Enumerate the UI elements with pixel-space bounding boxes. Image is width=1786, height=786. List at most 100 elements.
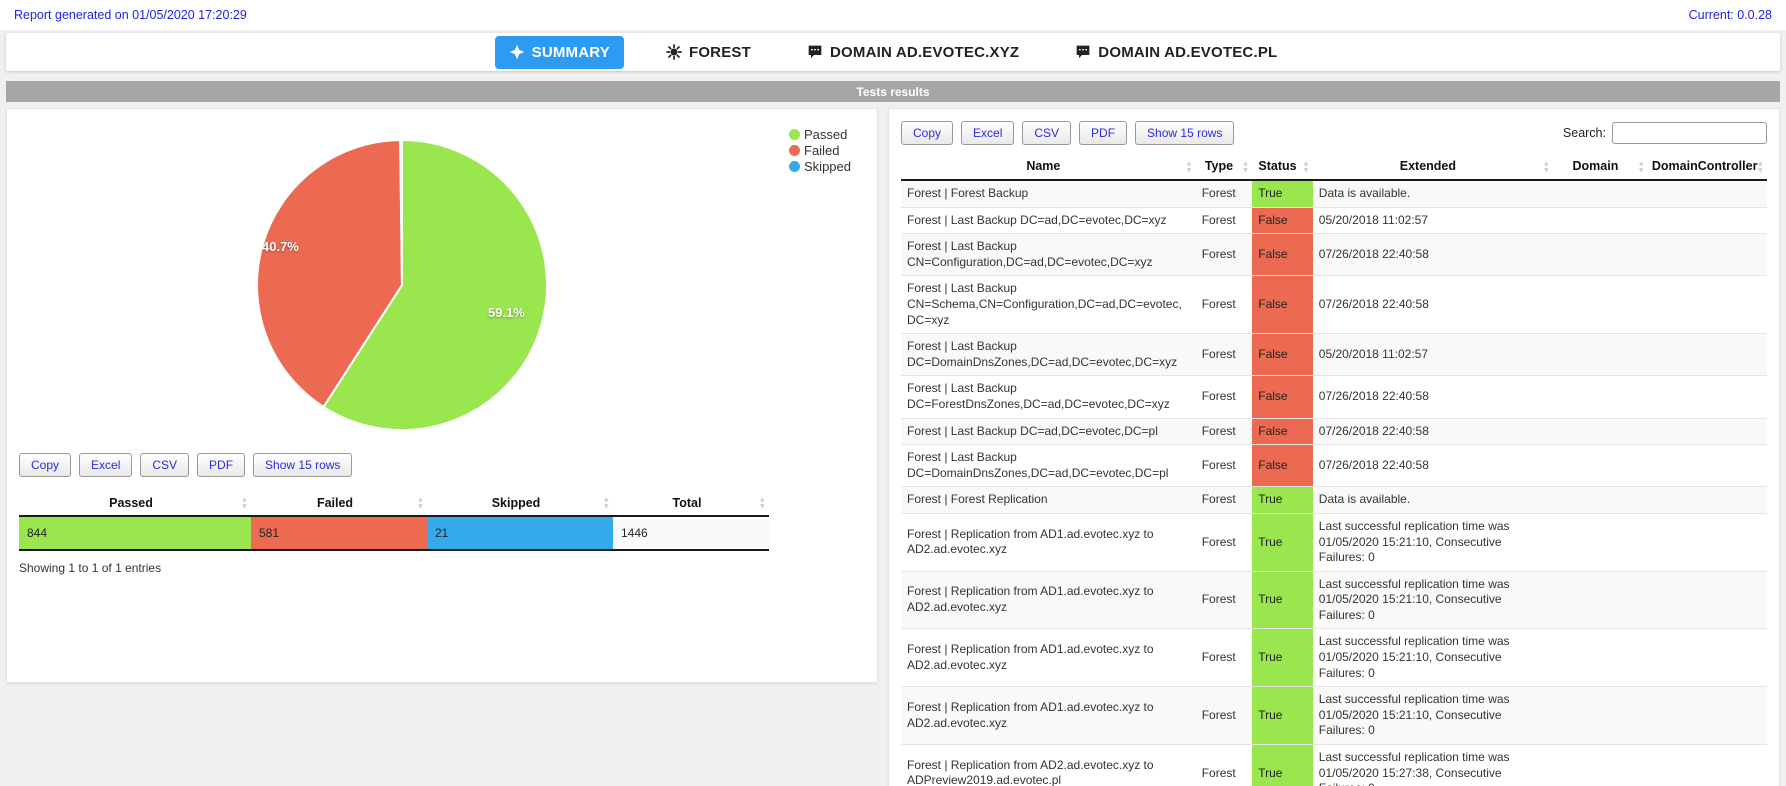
results-table: Name▲▼ Type▲▼ Status▲▼ Extended▲▼ Domain… — [901, 155, 1767, 786]
name-cell: Forest | Last Backup DC=DomainDnsZones,D… — [901, 445, 1196, 487]
domain-cell — [1553, 180, 1648, 207]
version-text: Current: 0.0.28 — [1689, 8, 1772, 22]
extended-cell: Last successful replication time was 01/… — [1313, 687, 1553, 745]
csv-button[interactable]: CSV — [140, 453, 189, 477]
type-cell: Forest — [1196, 234, 1253, 276]
type-cell: Forest — [1196, 513, 1253, 571]
section-header: Tests results — [6, 81, 1780, 102]
extended-cell: Data is available. — [1313, 180, 1553, 207]
column-header-extended[interactable]: Extended▲▼ — [1313, 155, 1553, 180]
excel-button[interactable]: Excel — [961, 121, 1014, 145]
legend-dot — [789, 161, 800, 172]
domaincontroller-cell — [1648, 418, 1767, 445]
type-cell: Forest — [1196, 445, 1253, 487]
result-row: Forest | Replication from AD1.ad.evotec.… — [901, 571, 1767, 629]
domaincontroller-cell — [1648, 376, 1767, 418]
domain-cell — [1553, 629, 1648, 687]
domain-cell — [1553, 276, 1648, 334]
type-cell: Forest — [1196, 487, 1253, 514]
status-cell: True — [1252, 687, 1313, 745]
name-cell: Forest | Replication from AD1.ad.evotec.… — [901, 571, 1196, 629]
summary-table: Passed▲▼ Failed▲▼ Skipped▲▼ Total▲▼ 844 … — [19, 491, 769, 551]
sort-icon: ▲▼ — [603, 497, 610, 510]
tab-summary[interactable]: SUMMARY — [495, 36, 624, 69]
pdf-button[interactable]: PDF — [197, 453, 245, 477]
show-15-rows-button[interactable]: Show 15 rows — [1135, 121, 1234, 145]
name-cell: Forest | Replication from AD1.ad.evotec.… — [901, 629, 1196, 687]
csv-button[interactable]: CSV — [1022, 121, 1071, 145]
domain-cell — [1553, 207, 1648, 234]
name-cell: Forest | Last Backup DC=ForestDnsZones,D… — [901, 376, 1196, 418]
results-toolbar: Copy Excel CSV PDF Show 15 rows Search: — [901, 121, 1767, 145]
tab-domain-ad-evotec-xyz[interactable]: DOMAIN AD.EVOTEC.XYZ — [793, 36, 1033, 69]
column-header-failed[interactable]: Failed▲▼ — [251, 491, 427, 516]
tab-domain-ad-evotec-pl[interactable]: DOMAIN AD.EVOTEC.PL — [1061, 36, 1291, 69]
name-cell: Forest | Forest Replication — [901, 487, 1196, 514]
summary-row: 844 581 21 1446 — [19, 516, 769, 550]
excel-button[interactable]: Excel — [79, 453, 132, 477]
status-cell: False — [1252, 207, 1313, 234]
sort-icon: ▲▼ — [1637, 161, 1644, 174]
extended-cell: 05/20/2018 11:02:57 — [1313, 207, 1553, 234]
column-header-domaincontroller[interactable]: DomainController▲▼ — [1648, 155, 1767, 180]
pdf-button[interactable]: PDF — [1079, 121, 1127, 145]
type-cell: Forest — [1196, 418, 1253, 445]
search-input[interactable] — [1612, 122, 1767, 144]
name-cell: Forest | Last Backup CN=Schema,CN=Config… — [901, 276, 1196, 334]
domain-icon — [1075, 44, 1091, 60]
domaincontroller-cell — [1648, 207, 1767, 234]
sort-icon: ▲▼ — [417, 497, 424, 510]
status-cell: False — [1252, 334, 1313, 376]
result-row: Forest | Forest ReplicationForestTrueDat… — [901, 487, 1767, 514]
name-cell: Forest | Replication from AD1.ad.evotec.… — [901, 513, 1196, 571]
column-header-name[interactable]: Name▲▼ — [901, 155, 1196, 180]
copy-button[interactable]: Copy — [901, 121, 953, 145]
extended-cell: 05/20/2018 11:02:57 — [1313, 334, 1553, 376]
column-header-type[interactable]: Type▲▼ — [1196, 155, 1253, 180]
status-cell: False — [1252, 445, 1313, 487]
tab-forest[interactable]: FOREST — [652, 36, 765, 69]
column-header-domain[interactable]: Domain▲▼ — [1553, 155, 1648, 180]
name-cell: Forest | Forest Backup — [901, 180, 1196, 207]
column-header-status[interactable]: Status▲▼ — [1252, 155, 1313, 180]
sort-icon: ▲▼ — [1302, 161, 1309, 174]
navigation-icon — [509, 44, 525, 60]
forest-icon — [666, 44, 682, 60]
pie-label-failed: 40.7% — [262, 239, 299, 254]
extended-cell: 07/26/2018 22:40:58 — [1313, 276, 1553, 334]
name-cell: Forest | Last Backup CN=Configuration,DC… — [901, 234, 1196, 276]
column-header-total[interactable]: Total▲▼ — [613, 491, 769, 516]
extended-cell: Last successful replication time was 01/… — [1313, 745, 1553, 786]
result-row: Forest | Replication from AD1.ad.evotec.… — [901, 629, 1767, 687]
domain-cell — [1553, 513, 1648, 571]
legend-item-skipped[interactable]: Skipped — [789, 159, 851, 174]
domain-cell — [1553, 487, 1648, 514]
domaincontroller-cell — [1648, 276, 1767, 334]
sort-icon: ▲▼ — [1757, 161, 1764, 174]
legend-item-failed[interactable]: Failed — [789, 143, 851, 158]
passed-count-cell: 844 — [19, 516, 251, 550]
sort-icon: ▲▼ — [1543, 161, 1550, 174]
column-header-passed[interactable]: Passed▲▼ — [19, 491, 251, 516]
domaincontroller-cell — [1648, 445, 1767, 487]
chart-legend: PassedFailedSkipped — [789, 127, 851, 174]
legend-item-passed[interactable]: Passed — [789, 127, 851, 142]
domain-cell — [1553, 376, 1648, 418]
skipped-count-cell: 21 — [427, 516, 613, 550]
column-header-skipped[interactable]: Skipped▲▼ — [427, 491, 613, 516]
type-cell: Forest — [1196, 207, 1253, 234]
extended-cell: 07/26/2018 22:40:58 — [1313, 445, 1553, 487]
status-cell: False — [1252, 376, 1313, 418]
domain-cell — [1553, 234, 1648, 276]
legend-dot — [789, 129, 800, 140]
failed-count-cell: 581 — [251, 516, 427, 550]
type-cell: Forest — [1196, 376, 1253, 418]
status-cell: True — [1252, 513, 1313, 571]
show-15-rows-button[interactable]: Show 15 rows — [253, 453, 352, 477]
search-box: Search: — [1563, 122, 1767, 144]
copy-button[interactable]: Copy — [19, 453, 71, 477]
result-row: Forest | Forest BackupForestTrueData is … — [901, 180, 1767, 207]
status-cell: False — [1252, 234, 1313, 276]
results-panel: Copy Excel CSV PDF Show 15 rows Search: Name… — [888, 108, 1780, 786]
status-cell: False — [1252, 276, 1313, 334]
